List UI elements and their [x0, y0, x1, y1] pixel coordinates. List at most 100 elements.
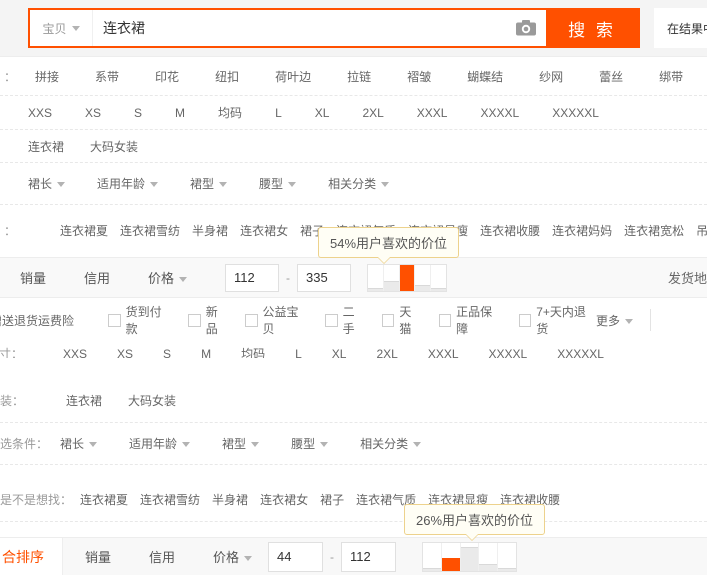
price-max-input[interactable]	[297, 263, 352, 292]
filter-dropdown[interactable]: 适用年龄	[97, 175, 159, 192]
search-input[interactable]	[93, 10, 506, 46]
related-search-link[interactable]: 连衣裙妈妈	[552, 222, 612, 239]
related-search-link[interactable]: 连衣裙夏	[60, 222, 108, 239]
size-filter-chip[interactable]: XXS	[28, 106, 52, 120]
size-filter-chip[interactable]: XS	[85, 106, 101, 120]
filter-dropdown[interactable]: 相关分类	[328, 175, 390, 192]
style-filter-chip[interactable]: 拼接	[35, 68, 59, 85]
related-search-link[interactable]: 连衣裙宽松	[624, 222, 684, 239]
style-filter-chip[interactable]: 褶皱	[407, 68, 431, 85]
sort-credit[interactable]: 信用	[84, 268, 110, 287]
price-min-input[interactable]	[268, 541, 324, 572]
related-search-link[interactable]: 半身裙	[212, 491, 248, 508]
filter-dropdown[interactable]: 裙型	[190, 175, 228, 192]
search-category-select[interactable]: 宝贝	[30, 10, 93, 46]
size-filter-chip[interactable]: XXXXL	[480, 106, 519, 120]
style-filter-chip[interactable]: 纽扣	[215, 68, 239, 85]
size-filter-chip[interactable]: L	[275, 106, 282, 120]
size-filter-chip[interactable]: 均码	[241, 346, 265, 358]
related-search-link[interactable]: 连衣裙夏	[80, 491, 128, 508]
histogram-segment[interactable]	[479, 542, 499, 571]
category-filter-chip[interactable]: 连衣裙	[66, 392, 102, 409]
ship-from-filter[interactable]: 发货地	[668, 268, 707, 287]
size-filter-chip[interactable]: XXXL	[428, 346, 459, 358]
sort-price[interactable]: 价格	[148, 268, 188, 287]
related-search-link[interactable]: 连衣裙收腰	[480, 222, 540, 239]
service-checkbox[interactable]: 7+天内退货	[518, 303, 596, 337]
style-filter-chip[interactable]: 系带	[95, 68, 119, 85]
service-checkbox[interactable]: 正品保障	[438, 303, 503, 337]
filter-dropdown[interactable]: 裙型	[222, 435, 260, 452]
style-filter-chip[interactable]: 印花	[155, 68, 179, 85]
filter-dropdown[interactable]: 腰型	[291, 435, 329, 452]
related-search-link[interactable]: 连衣裙雪纺	[140, 491, 200, 508]
size-filter-chip[interactable]: 均码	[218, 104, 242, 121]
filter-dropdown[interactable]: 裙长	[60, 435, 98, 452]
size-filter-chip[interactable]: XXXL	[417, 106, 448, 120]
size-filter-chip[interactable]: 2XL	[362, 106, 383, 120]
filter-dropdown[interactable]: 腰型	[259, 175, 297, 192]
search-in-results[interactable]: 在结果中	[654, 8, 707, 48]
price-histogram[interactable]	[422, 541, 518, 572]
histogram-segment[interactable]	[415, 264, 432, 291]
style-filter-chip[interactable]: 蕾丝	[599, 68, 623, 85]
size-filter-chip[interactable]: XL	[332, 346, 347, 358]
related-search-link[interactable]: 连衣裙女	[260, 491, 308, 508]
size-filter-chip[interactable]: M	[201, 346, 211, 358]
filter-dropdown[interactable]: 适用年龄	[129, 435, 191, 452]
style-filter-chip[interactable]: 蝴蝶结	[467, 68, 503, 85]
category-filter-chip[interactable]: 大码女装	[128, 392, 176, 409]
histogram-segment[interactable]	[431, 265, 447, 291]
checkbox-icon[interactable]	[381, 313, 395, 327]
size-filter-chip[interactable]: S	[163, 346, 171, 358]
sort-credit[interactable]: 信用	[149, 547, 175, 566]
size-filter-chip[interactable]: XXXXL	[489, 346, 528, 358]
histogram-segment[interactable]	[460, 542, 480, 571]
size-filter-chip[interactable]: S	[134, 106, 142, 120]
service-checkbox[interactable]: 天猫	[381, 303, 423, 337]
histogram-segment[interactable]	[368, 264, 384, 291]
sort-composite-active-tab[interactable]: 合排序	[0, 537, 63, 575]
category-filter-chip[interactable]: 连衣裙	[28, 138, 64, 155]
histogram-segment[interactable]	[383, 264, 400, 291]
checkbox-icon[interactable]	[438, 313, 452, 327]
more-filters-button[interactable]: 更多	[596, 312, 633, 329]
sort-sales[interactable]: 销量	[20, 268, 46, 287]
checkbox-icon[interactable]	[108, 313, 121, 327]
style-filter-chip[interactable]: 绑带	[659, 68, 683, 85]
service-checkbox[interactable]: 新品	[188, 303, 229, 337]
histogram-segment[interactable]	[423, 542, 442, 571]
checkbox-icon[interactable]	[324, 313, 338, 327]
service-checkbox[interactable]: 公益宝贝	[244, 303, 309, 337]
histogram-segment[interactable]	[399, 264, 416, 291]
histogram-segment[interactable]	[498, 543, 517, 571]
service-cut-label[interactable]: 赠送退货运费险	[0, 312, 74, 329]
size-filter-chip[interactable]: 2XL	[376, 346, 397, 358]
size-filter-chip[interactable]: XS	[117, 346, 133, 358]
style-filter-chip[interactable]: 荷叶边	[275, 68, 311, 85]
filter-dropdown[interactable]: 相关分类	[360, 435, 422, 452]
price-histogram[interactable]	[367, 263, 448, 292]
related-search-link[interactable]: 连衣裙雪纺	[120, 222, 180, 239]
histogram-segment[interactable]	[441, 542, 461, 571]
checkbox-icon[interactable]	[244, 313, 258, 327]
style-filter-chip[interactable]: 纱网	[539, 68, 563, 85]
service-checkbox[interactable]: 二手	[324, 303, 366, 337]
size-filter-chip[interactable]: XL	[315, 106, 330, 120]
related-search-link[interactable]: 裙子	[320, 491, 344, 508]
size-filter-chip[interactable]: XXXXXL	[552, 106, 599, 120]
search-button[interactable]: 搜 索	[546, 10, 638, 46]
price-min-input[interactable]	[225, 263, 280, 292]
size-filter-chip[interactable]: M	[175, 106, 185, 120]
sort-price[interactable]: 价格	[213, 547, 253, 566]
sort-sales[interactable]: 销量	[85, 547, 111, 566]
checkbox-icon[interactable]	[188, 313, 201, 327]
service-checkbox[interactable]: 货到付款	[108, 303, 172, 337]
size-filter-chip[interactable]: L	[295, 346, 302, 358]
checkbox-icon[interactable]	[518, 313, 532, 327]
related-search-link[interactable]: 吊	[696, 222, 707, 239]
filter-dropdown[interactable]: 裙长	[28, 175, 66, 192]
price-max-input[interactable]	[341, 541, 397, 572]
category-filter-chip[interactable]: 大码女装	[90, 138, 138, 155]
related-search-link[interactable]: 连衣裙女	[240, 222, 288, 239]
